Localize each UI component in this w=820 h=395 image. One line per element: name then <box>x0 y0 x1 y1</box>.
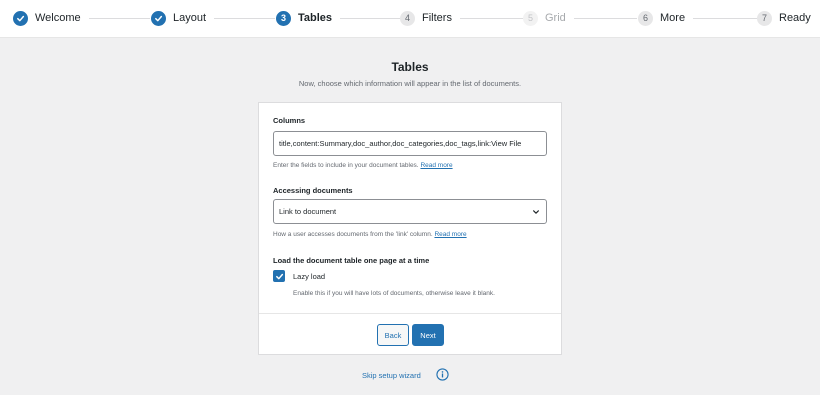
step-more[interactable]: 6 More <box>638 9 694 27</box>
step-filters[interactable]: 4 Filters <box>400 9 460 27</box>
stepper-connector <box>450 18 523 19</box>
step-label: More <box>660 12 686 24</box>
info-icon[interactable] <box>436 368 449 381</box>
step-ready[interactable]: 7 Ready <box>757 9 819 27</box>
settings-card: Columns title,content:Summary,doc_author… <box>258 102 562 355</box>
lazy-load-label[interactable]: Lazy load <box>293 272 325 281</box>
page-subtitle: Now, choose which information will appea… <box>298 79 522 88</box>
checkmark-icon <box>151 10 166 26</box>
step-grid: 5 Grid <box>523 9 574 27</box>
accessing-label: Accessing documents <box>273 186 353 195</box>
back-button[interactable]: Back <box>377 324 409 346</box>
step-number: 6 <box>638 10 653 26</box>
columns-input-value: title,content:Summary,doc_author,doc_cat… <box>279 139 522 148</box>
step-label: Tables <box>298 12 333 24</box>
step-number: 7 <box>757 10 772 26</box>
step-label: Welcome <box>35 12 81 24</box>
accessing-select-value: Link to document <box>279 207 337 216</box>
lazy-load-heading: Load the document table one page at a ti… <box>273 256 430 265</box>
setup-stepper: Welcome Layout 3 Tables 4 Filters 5 Grid… <box>0 0 820 38</box>
accessing-help-text: How a user accesses documents from the '… <box>273 231 433 238</box>
step-label: Filters <box>422 12 452 24</box>
lazy-load-checkbox[interactable] <box>273 270 285 282</box>
page-title: Tables <box>391 60 429 74</box>
columns-label: Columns <box>273 116 306 125</box>
step-number: 3 <box>276 10 291 26</box>
step-tables[interactable]: 3 Tables <box>276 9 341 27</box>
columns-read-more-link[interactable]: Read more <box>420 162 452 169</box>
accessing-read-more-link[interactable]: Read more <box>434 231 466 238</box>
step-label: Ready <box>779 12 811 24</box>
stepper-connector <box>330 18 400 19</box>
checkmark-icon <box>13 10 28 26</box>
next-button[interactable]: Next <box>412 324 444 346</box>
step-number: 4 <box>400 10 415 26</box>
columns-help-text: Enter the fields to include in your docu… <box>273 162 419 169</box>
step-welcome[interactable]: Welcome <box>13 9 89 27</box>
step-number: 5 <box>523 10 538 26</box>
accessing-help: How a user accesses documents from the '… <box>273 231 467 238</box>
step-label: Grid <box>545 12 566 24</box>
accessing-select[interactable]: Link to document <box>273 199 547 224</box>
columns-input[interactable]: title,content:Summary,doc_author,doc_cat… <box>273 131 547 156</box>
step-label: Layout <box>173 12 207 24</box>
stepper-connector <box>565 18 637 19</box>
skip-setup-link[interactable]: Skip setup wizard <box>362 371 421 380</box>
card-divider <box>259 313 561 314</box>
stepper-connector <box>690 18 757 19</box>
stepper-connector <box>80 18 150 19</box>
stepper-connector <box>205 18 275 19</box>
chevron-down-icon <box>531 207 541 217</box>
lazy-load-help: Enable this if you will have lots of doc… <box>293 290 495 297</box>
columns-help: Enter the fields to include in your docu… <box>273 162 453 169</box>
step-layout[interactable]: Layout <box>151 9 215 27</box>
